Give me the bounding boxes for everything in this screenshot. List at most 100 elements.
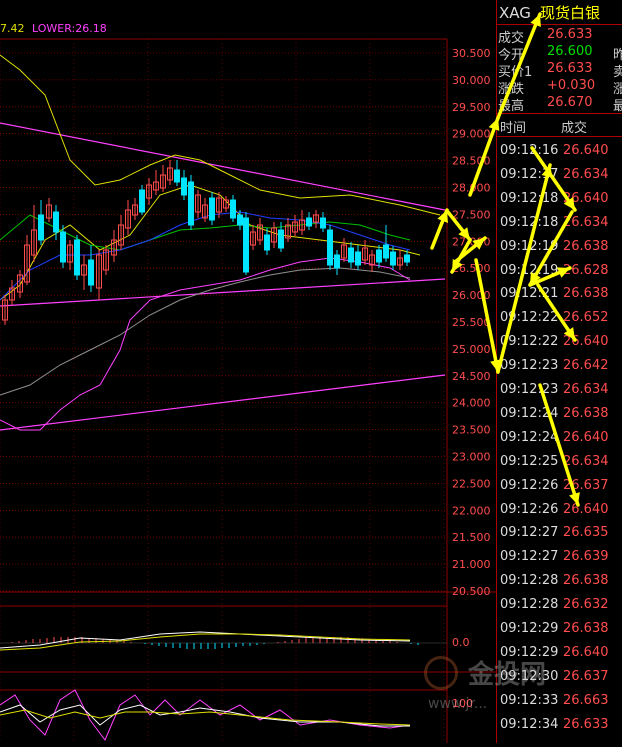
price-axis-label: 29.000 bbox=[452, 128, 491, 141]
candle-body bbox=[320, 217, 326, 229]
price-axis-label: 28.000 bbox=[452, 182, 491, 195]
tick-time: 09:12:28 bbox=[500, 573, 559, 589]
tick-row[interactable]: 09:12:27 26.635 bbox=[497, 525, 622, 547]
price-axis-label: 24.500 bbox=[452, 370, 491, 383]
header-divider bbox=[497, 24, 622, 25]
candle-body bbox=[243, 217, 249, 273]
tick-time: 09:12:18 bbox=[500, 214, 559, 230]
tick-row[interactable]: 09:12:28 26.632 bbox=[497, 597, 622, 619]
tick-price: 26.638 bbox=[563, 405, 609, 421]
tick-time: 09:12:24 bbox=[500, 405, 559, 421]
symbol-code: XAG bbox=[499, 4, 531, 22]
price-axis-label: 26.000 bbox=[452, 289, 491, 302]
symbol-name: 现货白银 bbox=[540, 4, 601, 22]
tick-row[interactable]: 09:12:18 26.640 bbox=[497, 191, 622, 213]
quote-row: 买价1 26.633 卖 bbox=[497, 61, 622, 80]
price-axis-label: 22.500 bbox=[452, 477, 491, 490]
price-axis-label: 25.500 bbox=[452, 316, 491, 329]
price-axis-label: 28.500 bbox=[452, 155, 491, 168]
tick-price: 26.640 bbox=[563, 143, 609, 158]
quote-label-secondary: 最 bbox=[613, 99, 622, 114]
tick-time: 09:12:22 bbox=[500, 334, 559, 350]
tick-row[interactable]: 09:12:25 26.634 bbox=[497, 454, 622, 476]
tick-row[interactable]: 09:12:23 26.634 bbox=[497, 382, 622, 404]
tick-row[interactable]: 09:12:18 26.634 bbox=[497, 215, 622, 237]
quote-value: 26.633 bbox=[547, 61, 593, 76]
quote-row: 涨跌 +0.030 涨 bbox=[497, 78, 622, 97]
tick-time: 09:12:18 bbox=[500, 190, 559, 206]
candle-body bbox=[181, 177, 187, 196]
tick-row[interactable]: 09:12:19 26.628 bbox=[497, 263, 622, 285]
tick-row[interactable]: 09:12:16 26.640 bbox=[497, 143, 622, 165]
kline-chart[interactable]: 30.500 30.000 29.500 29.000 28.500 28.000 27.5… bbox=[0, 0, 496, 743]
candle-body bbox=[376, 249, 382, 263]
watermark-url: www.jr... bbox=[428, 696, 488, 712]
tick-row[interactable]: 09:12:23 26.642 bbox=[497, 358, 622, 380]
quote-row: 成交 26.633 bbox=[497, 27, 622, 46]
tick-price: 26.634 bbox=[563, 382, 609, 397]
tick-time: 09:12:26 bbox=[500, 501, 559, 517]
tick-time: 09:12:22 bbox=[500, 310, 559, 326]
tick-time: 09:12:24 bbox=[500, 429, 559, 445]
candle-body bbox=[327, 229, 333, 266]
price-axis-label: 21.500 bbox=[452, 531, 491, 544]
tick-row[interactable]: 09:12:29 26.638 bbox=[497, 621, 622, 643]
price-axis-label: 21.000 bbox=[452, 558, 491, 571]
candle-body bbox=[139, 189, 145, 213]
candle-body bbox=[53, 211, 59, 233]
price-axis-label: 30.500 bbox=[452, 47, 491, 60]
tick-price: 26.638 bbox=[563, 238, 609, 254]
candle-body bbox=[209, 197, 215, 221]
tick-row[interactable]: 09:12:22 26.640 bbox=[497, 334, 622, 356]
tick-price: 26.640 bbox=[563, 334, 609, 350]
tick-row[interactable]: 09:12:24 26.638 bbox=[497, 406, 622, 428]
quote-row: 今开 26.600 昨 bbox=[497, 44, 622, 63]
tick-row[interactable]: 09:12:22 26.652 bbox=[497, 310, 622, 332]
tick-price: 26.632 bbox=[563, 597, 609, 613]
macd-axis-label: 0.0 bbox=[452, 636, 470, 649]
tick-price: 26.634 bbox=[563, 214, 609, 230]
candle-body bbox=[306, 217, 312, 227]
price-axis-label: 30.000 bbox=[452, 74, 491, 87]
tick-row[interactable]: 09:12:26 26.637 bbox=[497, 478, 622, 500]
price-axis-label: 26.500 bbox=[452, 262, 491, 275]
tick-time: 09:12:23 bbox=[500, 382, 559, 397]
watermark-logo-icon bbox=[424, 656, 458, 690]
kline-chart-area[interactable]: 30.500 30.000 29.500 29.000 28.500 28.000 27.5… bbox=[0, 0, 496, 743]
tick-price: 26.640 bbox=[563, 429, 609, 445]
candle-body bbox=[278, 229, 284, 249]
indicator-lower-value: LOWER:26.18 bbox=[32, 22, 107, 35]
tick-row[interactable]: 09:12:19 26.638 bbox=[497, 239, 622, 261]
candle-body bbox=[237, 214, 243, 226]
quote-label: 最高 bbox=[498, 99, 525, 114]
tick-time: 09:12:25 bbox=[500, 453, 559, 469]
tick-row[interactable]: 09:12:17 26.634 bbox=[497, 167, 622, 189]
tick-row[interactable]: 09:12:27 26.639 bbox=[497, 549, 622, 571]
tick-time: 09:12:29 bbox=[500, 621, 559, 636]
tick-time: 09:12:16 bbox=[500, 143, 559, 158]
kdj-d-line bbox=[0, 709, 411, 726]
tick-row[interactable]: 09:12:24 26.640 bbox=[497, 430, 622, 452]
price-column-header: 成交 bbox=[561, 121, 588, 136]
watermark-text: 金投网 bbox=[468, 660, 547, 690]
candle-body bbox=[334, 254, 340, 269]
candle-body bbox=[174, 169, 180, 183]
tick-price: 26.634 bbox=[563, 166, 609, 182]
quote-divider bbox=[497, 113, 622, 114]
tick-time: 09:12:27 bbox=[500, 525, 559, 541]
candle-body bbox=[38, 214, 44, 241]
price-axis-label: 27.000 bbox=[452, 235, 491, 248]
time-column-header: 时间 bbox=[500, 121, 527, 136]
candle-body bbox=[188, 181, 194, 226]
price-axis-label: 23.500 bbox=[452, 424, 491, 437]
tick-row[interactable]: 09:12:26 26.640 bbox=[497, 502, 622, 524]
quote-value: 26.600 bbox=[547, 44, 593, 59]
tick-price: 26.635 bbox=[563, 525, 609, 541]
tick-price: 26.638 bbox=[563, 286, 609, 302]
tick-row[interactable]: 09:12:28 26.638 bbox=[497, 573, 622, 595]
quote-header: XAG 现货白银 bbox=[499, 2, 600, 24]
candle-body bbox=[88, 259, 94, 286]
candle-body bbox=[60, 231, 66, 263]
tick-row[interactable]: 09:12:21 26.638 bbox=[497, 286, 622, 308]
indicator-legend: 7.42 LOWER:26.18 bbox=[0, 22, 107, 35]
